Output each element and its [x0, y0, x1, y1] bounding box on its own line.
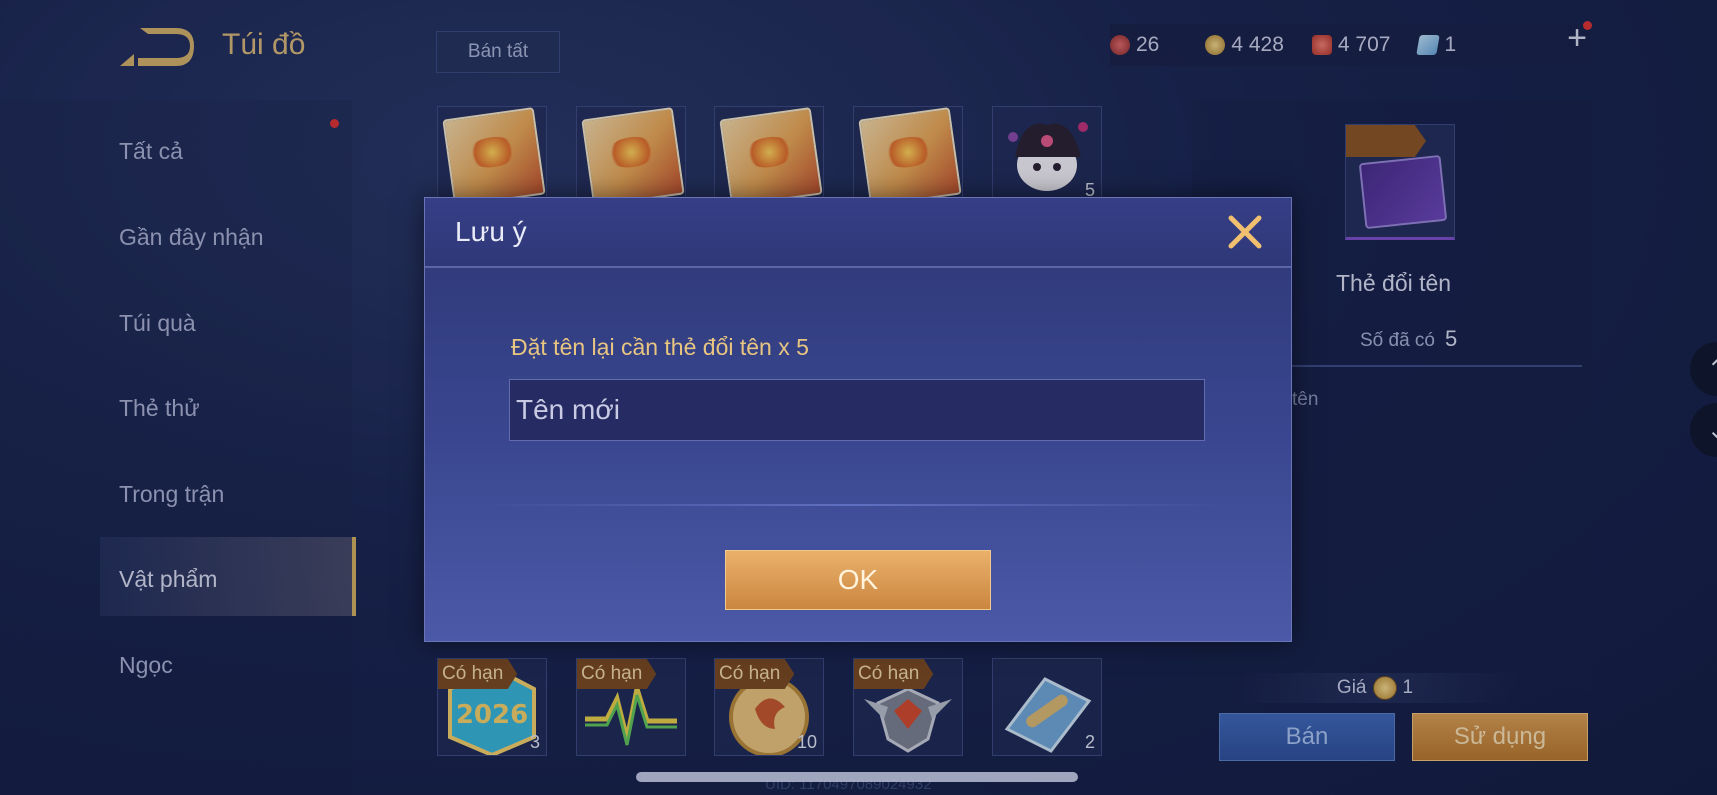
close-icon[interactable] — [1225, 212, 1265, 252]
home-indicator[interactable] — [636, 772, 1078, 782]
divider — [475, 504, 1235, 506]
rename-dialog: Lưu ý Đặt tên lại cần thẻ đổi tên x 5 OK — [424, 197, 1292, 642]
dialog-header: Lưu ý — [425, 198, 1291, 268]
new-name-input[interactable] — [509, 379, 1205, 441]
dialog-title: Lưu ý — [455, 216, 527, 247]
ok-button[interactable]: OK — [725, 550, 991, 610]
dialog-message: Đặt tên lại cần thẻ đổi tên x 5 — [511, 334, 809, 360]
